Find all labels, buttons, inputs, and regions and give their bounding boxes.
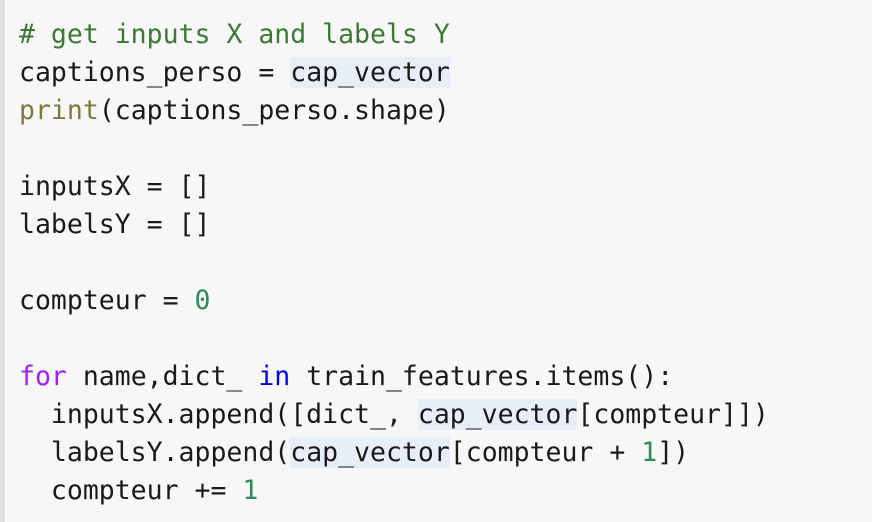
code-token-plain: [compteur]]) [577,399,769,430]
code-line[interactable]: inputsX.append([dict_, cap_vector[compte… [19,396,872,434]
code-cell[interactable]: # get inputs X and labels Y captions_pers… [0,0,872,522]
code-token-plain: train_features.items(): [290,361,674,392]
code-token-plain: inputsX = [] [19,171,211,202]
code-token-plain: captions_perso = [19,57,291,88]
code-token-keyword_operator: in [258,361,291,392]
code-token-plain: [compteur + [449,437,642,468]
highlighted-token-cap-vector: cap_vector [290,57,450,88]
code-token-plain: compteur = [19,285,195,316]
code-token-keyword: for [19,361,67,392]
code-line[interactable]: # get inputs X and labels Y [19,16,872,54]
code-line[interactable]: labelsY = [] [19,206,872,244]
code-line[interactable]: print(captions_perso.shape) [19,92,872,130]
code-token-number: 0 [194,285,211,316]
code-line-blank[interactable] [19,320,872,358]
code-line[interactable]: inputsX = [] [19,168,872,206]
code-token-plain: (captions_perso.shape) [98,95,450,126]
code-editor-area[interactable]: # get inputs X and labels Y captions_pers… [5,0,872,522]
code-token-comment: # get inputs X and labels Y [19,19,450,50]
code-line-blank[interactable] [19,130,872,168]
highlighted-token-cap-vector: cap_vector [417,399,578,430]
code-line[interactable]: compteur += 1 [19,472,872,510]
code-line-blank[interactable] [19,244,872,282]
code-token-plain: ]) [657,437,690,468]
code-token-number: 1 [242,475,259,506]
code-token-plain: compteur += [19,475,243,506]
code-token-plain: labelsY = [] [19,209,211,240]
code-line[interactable]: captions_perso = cap_vector [19,54,872,92]
code-line[interactable]: for name,dict_ in train_features.items()… [19,358,872,396]
code-token-plain: inputsX.append([dict_, [19,399,418,430]
highlighted-token-cap-vector: cap_vector [290,437,450,468]
code-line[interactable]: compteur = 0 [19,282,872,320]
code-token-builtin: print [19,95,99,126]
code-token-plain: labelsY.append( [19,437,291,468]
code-line[interactable]: labelsY.append(cap_vector[compteur + 1]) [19,434,872,472]
code-token-plain: name,dict_ [66,361,259,392]
code-token-number: 1 [641,437,658,468]
